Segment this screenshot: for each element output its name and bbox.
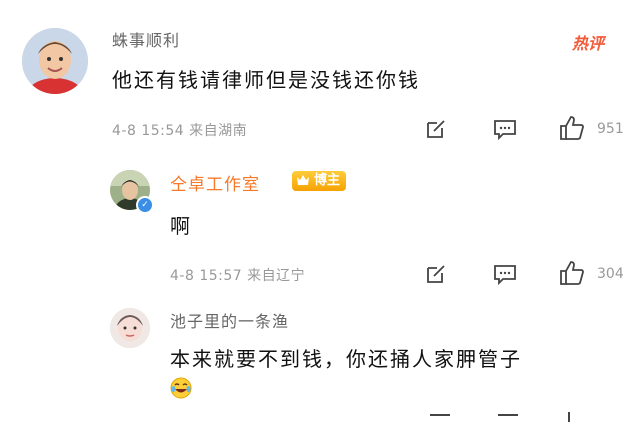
thumbs-up-icon[interactable]	[558, 259, 586, 287]
verified-badge-icon: ✓	[136, 196, 154, 214]
comment-username[interactable]: 池子里的一条渔	[170, 308, 289, 332]
edit-icon[interactable]	[430, 414, 450, 424]
avatar[interactable]	[22, 28, 88, 94]
like-count: 304	[597, 266, 624, 282]
comment-meta: 4-8 15:54 来自湖南	[112, 123, 248, 139]
thumbs-up-icon[interactable]	[568, 412, 578, 422]
avatar-image	[22, 28, 88, 94]
comment-meta: 4-8 15:57 来自辽宁	[170, 268, 306, 284]
laugh-cry-emoji-icon	[170, 377, 192, 399]
edit-icon[interactable]	[424, 262, 448, 286]
comment-text: 本来就要不到钱，你还捅人家胛管子	[170, 347, 522, 371]
crown-icon	[296, 173, 310, 187]
author-badge: 博主	[292, 171, 347, 191]
avatar-image	[110, 308, 150, 348]
comment-text: 他还有钱请律师但是没钱还你钱	[112, 68, 420, 92]
author-badge-label: 博主	[314, 173, 341, 188]
edit-icon[interactable]	[424, 117, 448, 141]
thumbs-up-icon[interactable]	[558, 114, 586, 142]
like-count: 951	[597, 121, 624, 137]
avatar[interactable]	[110, 308, 150, 348]
comment-icon[interactable]	[492, 262, 518, 286]
comment-username[interactable]: 仝卓工作室	[170, 170, 260, 195]
comment-text: 啊	[170, 214, 192, 238]
hot-comments-badge: 热评	[572, 34, 605, 53]
comment-icon[interactable]	[492, 117, 518, 141]
comment-icon[interactable]	[498, 414, 518, 424]
comment-username[interactable]: 蛛事顺利	[112, 27, 180, 51]
